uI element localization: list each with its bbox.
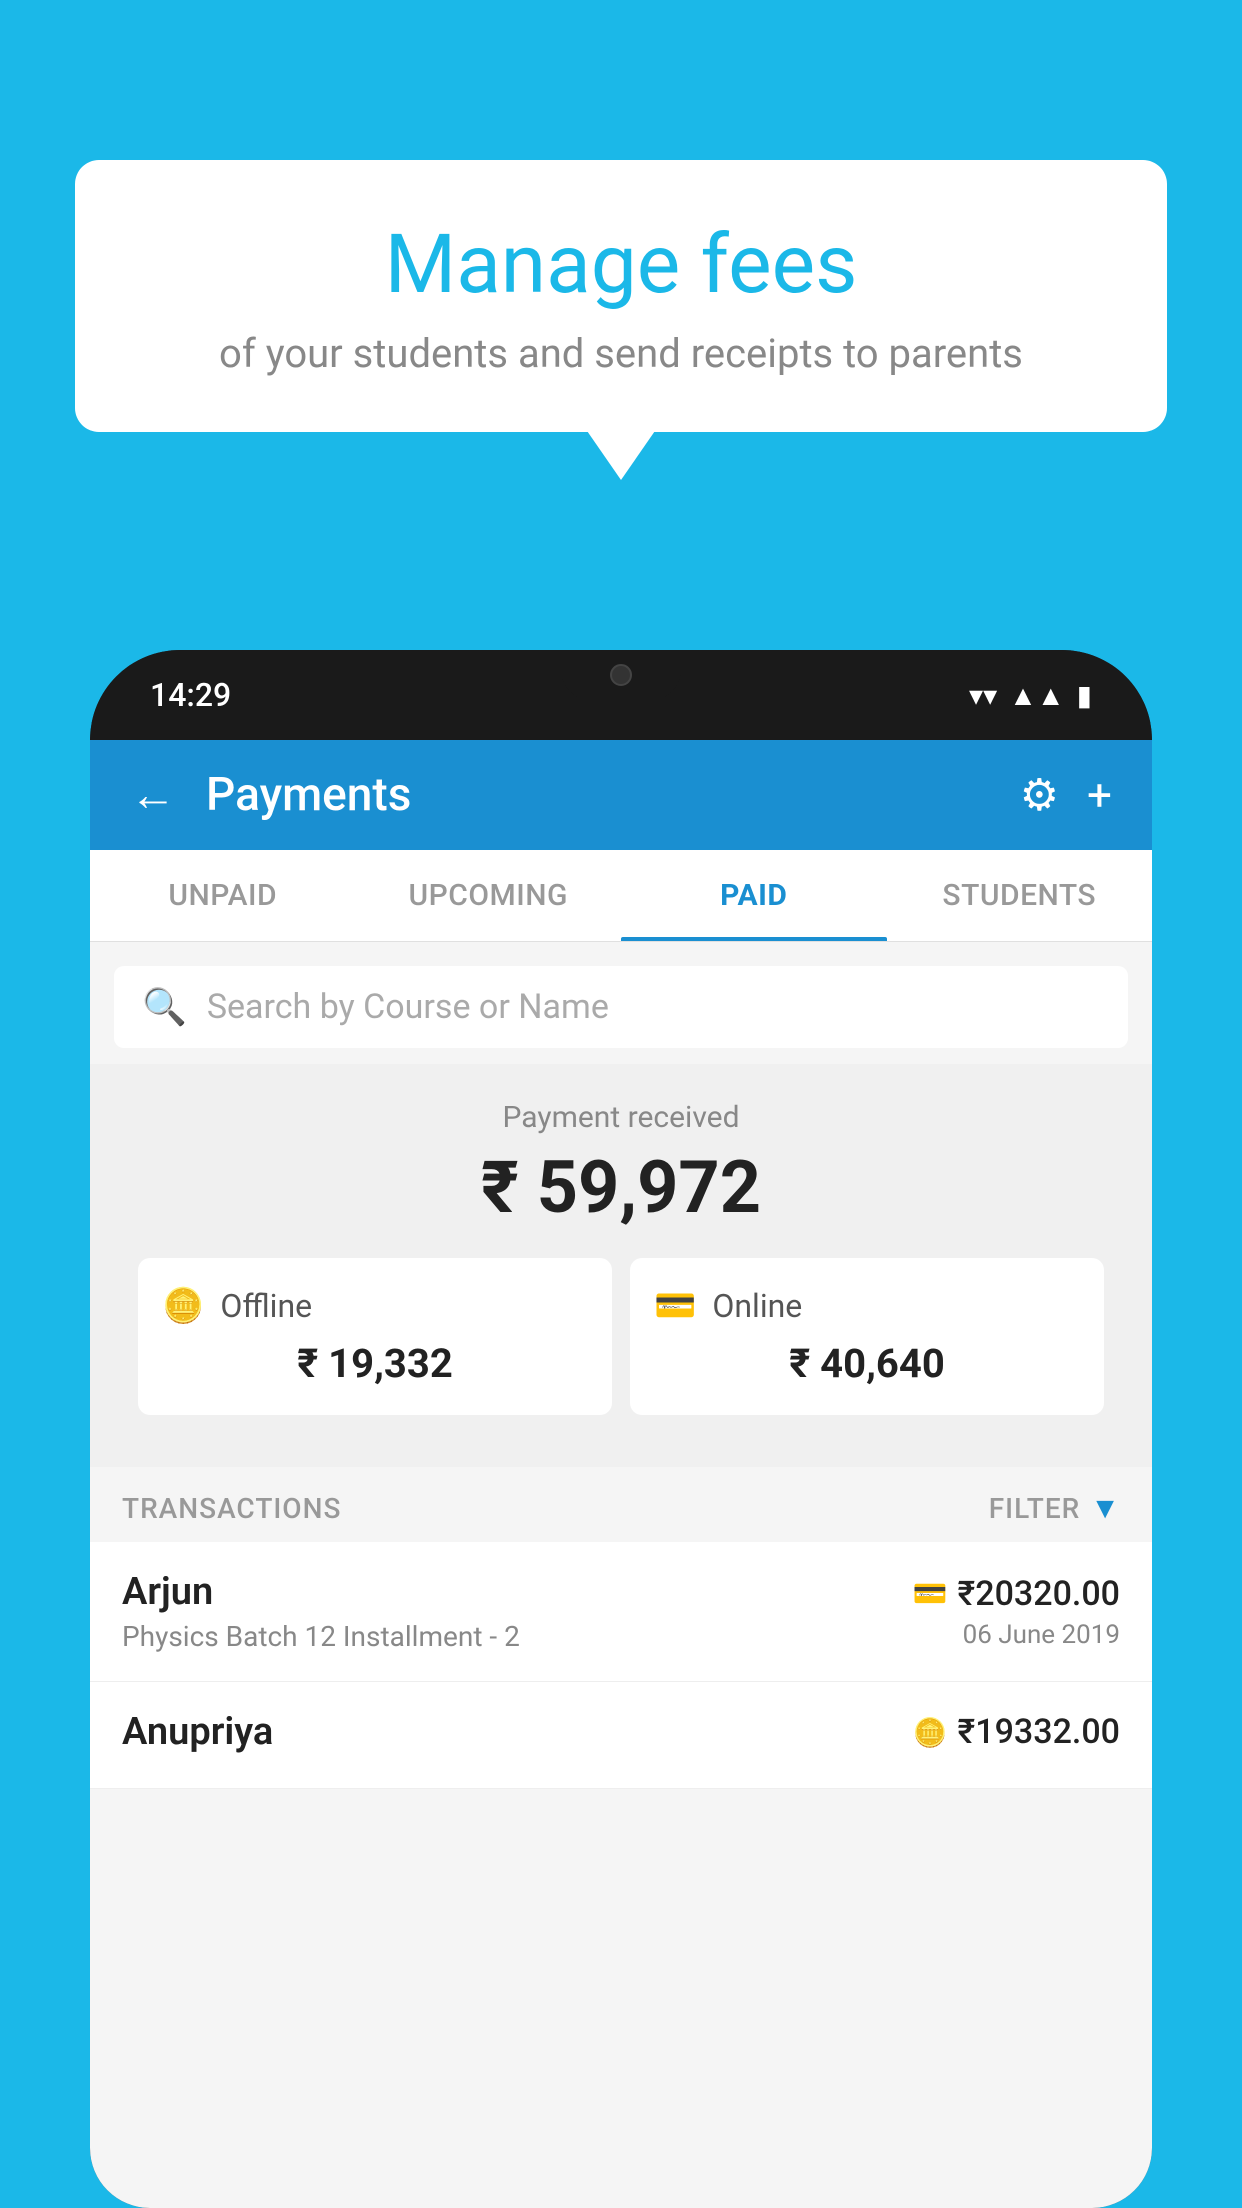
- tab-students[interactable]: STUDENTS: [887, 850, 1153, 941]
- payment-summary: Payment received ₹ 59,972 🪙 Offline ₹ 19…: [90, 1064, 1152, 1467]
- payment-total-amount: ₹ 59,972: [114, 1145, 1128, 1230]
- online-card-header: 💳 Online: [654, 1286, 1080, 1326]
- back-button[interactable]: ←: [130, 772, 176, 818]
- online-card: 💳 Online ₹ 40,640: [630, 1258, 1104, 1415]
- speech-bubble: Manage fees of your students and send re…: [75, 160, 1167, 432]
- offline-card-header: 🪙 Offline: [162, 1286, 588, 1326]
- tab-unpaid[interactable]: UNPAID: [90, 850, 356, 941]
- phone-frame: 14:29 ▾▾ ▲▲ ▮ ← Payments ⚙ +: [90, 650, 1152, 2208]
- plus-icon[interactable]: +: [1087, 769, 1112, 821]
- battery-icon: ▮: [1077, 679, 1092, 712]
- transaction-right-2: 🪙 ₹19332.00: [913, 1712, 1120, 1758]
- transaction-date-1: 06 June 2019: [913, 1620, 1120, 1650]
- transaction-detail-1: Physics Batch 12 Installment - 2: [122, 1620, 520, 1653]
- gear-icon[interactable]: ⚙: [1020, 769, 1059, 821]
- phone-notch: [561, 650, 681, 700]
- table-row[interactable]: Anupriya 🪙 ₹19332.00: [90, 1682, 1152, 1789]
- header-actions: ⚙ +: [1020, 769, 1112, 821]
- transaction-left-2: Anupriya: [122, 1710, 273, 1760]
- phone-camera: [610, 664, 632, 686]
- signal-icon: ▲▲: [1009, 679, 1064, 712]
- filter-icon: ▼: [1090, 1491, 1120, 1526]
- transaction-name-2: Anupriya: [122, 1710, 273, 1754]
- background: Manage fees of your students and send re…: [0, 0, 1242, 2208]
- payment-cards: 🪙 Offline ₹ 19,332 💳 Online ₹ 40,640: [114, 1258, 1128, 1439]
- bubble-subtitle: of your students and send receipts to pa…: [125, 330, 1117, 377]
- app-header: ← Payments ⚙ +: [90, 740, 1152, 850]
- filter-label: FILTER: [989, 1492, 1081, 1525]
- transaction-amount-row-2: 🪙 ₹19332.00: [913, 1712, 1120, 1752]
- transactions-label: TRANSACTIONS: [122, 1492, 341, 1525]
- tab-paid[interactable]: PAID: [621, 850, 887, 941]
- tabs-bar: UNPAID UPCOMING PAID STUDENTS: [90, 850, 1152, 942]
- transaction-left-1: Arjun Physics Batch 12 Installment - 2: [122, 1570, 520, 1653]
- status-time: 14:29: [150, 676, 231, 714]
- bubble-title: Manage fees: [125, 220, 1117, 310]
- card-payment-icon-1: 💳: [913, 1577, 948, 1610]
- wifi-icon: ▾▾: [969, 679, 997, 712]
- offline-amount: ₹ 19,332: [162, 1340, 588, 1387]
- offline-icon: 🪙: [162, 1286, 204, 1326]
- search-bar[interactable]: 🔍 Search by Course or Name: [114, 966, 1128, 1048]
- transactions-header: TRANSACTIONS FILTER ▼: [90, 1467, 1152, 1542]
- search-icon: 🔍: [142, 986, 187, 1028]
- offline-label: Offline: [220, 1287, 312, 1325]
- offline-card: 🪙 Offline ₹ 19,332: [138, 1258, 612, 1415]
- tab-upcoming[interactable]: UPCOMING: [356, 850, 622, 941]
- online-label: Online: [712, 1287, 802, 1325]
- page-title: Payments: [206, 768, 990, 822]
- transaction-right-1: 💳 ₹20320.00 06 June 2019: [913, 1574, 1120, 1650]
- online-icon: 💳: [654, 1286, 696, 1326]
- transaction-name-1: Arjun: [122, 1570, 520, 1614]
- status-bar: 14:29 ▾▾ ▲▲ ▮: [90, 650, 1152, 740]
- transaction-amount-2: ₹19332.00: [958, 1712, 1120, 1752]
- table-row[interactable]: Arjun Physics Batch 12 Installment - 2 💳…: [90, 1542, 1152, 1682]
- online-amount: ₹ 40,640: [654, 1340, 1080, 1387]
- search-placeholder-text: Search by Course or Name: [207, 987, 609, 1027]
- payment-received-label: Payment received: [114, 1100, 1128, 1135]
- phone-screen: ← Payments ⚙ + UNPAID UPCOMING PAID STUD…: [90, 740, 1152, 2208]
- transaction-amount-row-1: 💳 ₹20320.00: [913, 1574, 1120, 1614]
- offline-payment-icon-2: 🪙: [913, 1716, 948, 1749]
- transaction-amount-1: ₹20320.00: [958, 1574, 1120, 1614]
- filter-button[interactable]: FILTER ▼: [989, 1491, 1120, 1526]
- status-icons: ▾▾ ▲▲ ▮: [969, 679, 1092, 712]
